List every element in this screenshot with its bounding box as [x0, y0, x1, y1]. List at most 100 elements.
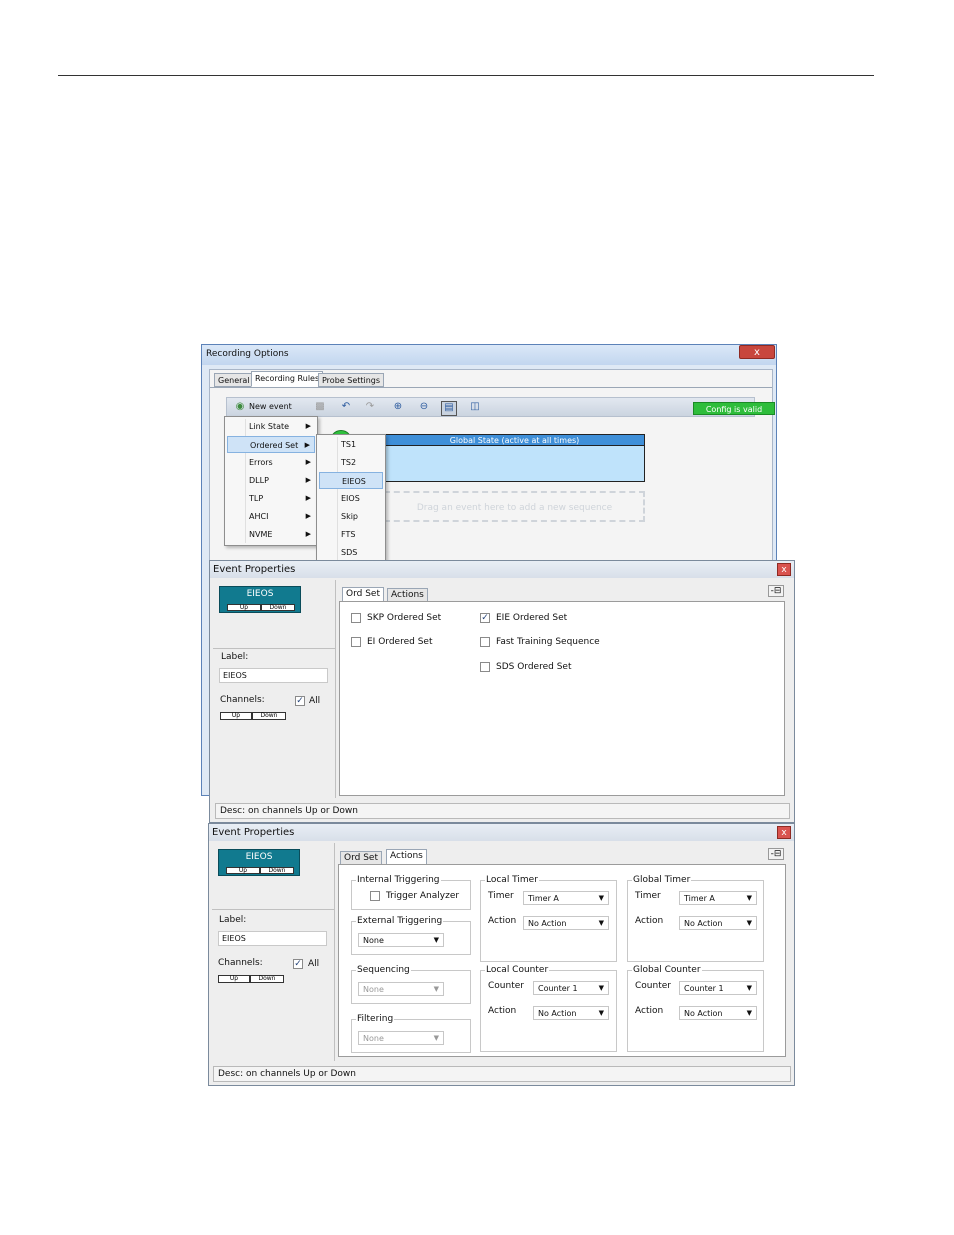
- submenu-item-ts2[interactable]: TS2: [319, 454, 383, 471]
- submenu-arrow-icon: ▶: [305, 494, 311, 502]
- trigger-analyzer-label: Trigger Analyzer: [386, 891, 460, 901]
- undo-icon[interactable]: ↶: [339, 401, 353, 414]
- counter-label: Counter: [635, 981, 671, 991]
- zoom-in-icon[interactable]: ⊕: [391, 401, 405, 414]
- tab-ord-set[interactable]: Ord Set: [342, 587, 384, 602]
- sequencing-group: Sequencing None ▼: [351, 965, 471, 1004]
- ordered-set-submenu: TS1 TS2 EIEOS EIOS Skip FTS SDS: [316, 434, 386, 564]
- channels-all-checkbox[interactable]: ✓: [295, 696, 305, 706]
- submenu-arrow-icon: ▶: [305, 422, 311, 430]
- channel-up-tag: Up: [226, 867, 260, 874]
- export-icon[interactable]: ◫: [468, 401, 482, 414]
- label-input[interactable]: EIEOS: [219, 668, 328, 683]
- channel-down-button[interactable]: Down: [250, 975, 284, 983]
- chevron-down-icon: ▼: [746, 1009, 752, 1017]
- trigger-analyzer-checkbox[interactable]: [370, 891, 380, 901]
- title-bar: Recording Options x: [202, 345, 776, 365]
- global-state-body[interactable]: [384, 446, 645, 482]
- tab-general[interactable]: General: [214, 373, 254, 387]
- internal-triggering-group: Internal Triggering Trigger Analyzer: [351, 875, 471, 910]
- fts-checkbox[interactable]: [480, 637, 490, 647]
- delete-icon[interactable]: ▩: [313, 401, 327, 414]
- local-timer-action-select[interactable]: No Action ▼: [523, 916, 609, 930]
- submenu-item-skip[interactable]: Skip: [319, 508, 383, 525]
- label-caption: Label:: [219, 915, 247, 925]
- new-event-menu: Link State ▶ Ordered Set ▶ Errors ▶ DLLP ▶ T…: [224, 416, 318, 546]
- channels-all-label: All: [309, 696, 321, 706]
- external-triggering-select[interactable]: None ▼: [358, 933, 444, 947]
- global-counter-select[interactable]: Counter 1 ▼: [679, 981, 757, 995]
- eie-checkbox[interactable]: ✓: [480, 613, 490, 623]
- group-label: Internal Triggering: [356, 875, 441, 886]
- pin-icon[interactable]: -⊟: [768, 848, 784, 860]
- submenu-item-ts1[interactable]: TS1: [319, 436, 383, 453]
- ord-set-content: SKP Ordered Set EI Ordered Set ✓ EIE Ord…: [339, 601, 785, 796]
- submenu-item-eieos[interactable]: EIEOS: [319, 472, 383, 489]
- tab-actions[interactable]: Actions: [387, 588, 428, 602]
- close-button[interactable]: x: [777, 826, 791, 839]
- close-button[interactable]: x: [777, 563, 791, 576]
- label-input[interactable]: EIEOS: [218, 931, 327, 946]
- tab-recording-rules[interactable]: Recording Rules: [251, 371, 324, 387]
- menu-item-errors[interactable]: Errors ▶: [227, 454, 315, 471]
- tab-ord-set[interactable]: Ord Set: [340, 851, 382, 865]
- local-timer-select[interactable]: Timer A ▼: [523, 891, 609, 905]
- menu-item-dllp[interactable]: DLLP ▶: [227, 472, 315, 489]
- sequencing-select[interactable]: None ▼: [358, 982, 444, 996]
- close-button[interactable]: x: [739, 345, 775, 359]
- redo-icon[interactable]: ↷: [363, 401, 377, 414]
- filtering-select[interactable]: None ▼: [358, 1031, 444, 1045]
- submenu-item-sds[interactable]: SDS: [319, 544, 383, 561]
- toolbar: ◉ New event ▩ ↶ ↷ ⊕ ⊖ ▤ ◫ Config is vali…: [226, 397, 775, 417]
- pin-icon[interactable]: -⊟: [768, 585, 784, 597]
- tab-actions[interactable]: Actions: [386, 849, 427, 865]
- submenu-item-eios[interactable]: EIOS: [319, 490, 383, 507]
- menu-item-ahci[interactable]: AHCI ▶: [227, 508, 315, 525]
- local-timer-group: Local Timer Timer Timer A ▼ Action No Act…: [480, 875, 617, 962]
- group-label: Local Timer: [485, 875, 539, 886]
- menu-item-link-state[interactable]: Link State ▶: [227, 418, 315, 435]
- menu-item-nvme[interactable]: NVME ▶: [227, 526, 315, 543]
- event-block[interactable]: EIEOS Up Down: [218, 849, 300, 876]
- menu-item-tlp[interactable]: TLP ▶: [227, 490, 315, 507]
- skp-checkbox[interactable]: [351, 613, 361, 623]
- sds-checkbox[interactable]: [480, 662, 490, 672]
- submenu-arrow-icon: ▶: [305, 476, 311, 484]
- channel-down-button[interactable]: Down: [252, 712, 286, 720]
- local-counter-action-select[interactable]: No Action ▼: [533, 1006, 609, 1020]
- global-counter-action-select[interactable]: No Action ▼: [679, 1006, 757, 1020]
- ei-checkbox[interactable]: [351, 637, 361, 647]
- select-value: Counter 1: [684, 984, 724, 993]
- action-label: Action: [635, 916, 664, 926]
- zoom-out-icon[interactable]: ⊖: [417, 401, 431, 414]
- submenu-item-fts[interactable]: FTS: [319, 526, 383, 543]
- global-counter-group: Global Counter Counter Counter 1 ▼ Action…: [627, 965, 764, 1052]
- tab-probe-settings[interactable]: Probe Settings: [318, 373, 385, 387]
- event-sidebar: EIEOS Up Down Label: EIEOS Channels: ✓ A…: [212, 843, 335, 1061]
- tab-divider: [210, 387, 772, 388]
- event-block[interactable]: EIEOS Up Down: [219, 586, 301, 613]
- select-value: Counter 1: [538, 984, 578, 993]
- channels-all-checkbox[interactable]: ✓: [293, 959, 303, 969]
- layout-icon[interactable]: ▤: [441, 401, 457, 416]
- global-timer-action-select[interactable]: No Action ▼: [679, 916, 757, 930]
- menu-item-ordered-set[interactable]: Ordered Set ▶: [227, 436, 315, 453]
- local-counter-select[interactable]: Counter 1 ▼: [533, 981, 609, 995]
- select-value: No Action: [528, 919, 567, 928]
- chevron-down-icon: ▼: [433, 985, 439, 993]
- channels-all-label: All: [308, 959, 320, 969]
- label-caption: Label:: [221, 652, 249, 662]
- window-title: Recording Options: [206, 349, 289, 359]
- sds-label: SDS Ordered Set: [496, 662, 572, 672]
- drop-zone[interactable]: Drag an event here to add a new sequence: [384, 491, 645, 522]
- global-state-header[interactable]: Global State (active at all times): [384, 434, 645, 446]
- menu-item-label: AHCI: [249, 512, 269, 521]
- channel-up-button[interactable]: Up: [220, 712, 252, 720]
- channel-up-button[interactable]: Up: [218, 975, 250, 983]
- channels-caption: Channels:: [218, 958, 263, 968]
- global-timer-select[interactable]: Timer A ▼: [679, 891, 757, 905]
- chevron-down-icon: ▼: [746, 919, 752, 927]
- divider: [213, 648, 335, 649]
- new-event-button[interactable]: New event: [249, 402, 292, 411]
- description-bar: Desc: on channels Up or Down: [215, 803, 790, 819]
